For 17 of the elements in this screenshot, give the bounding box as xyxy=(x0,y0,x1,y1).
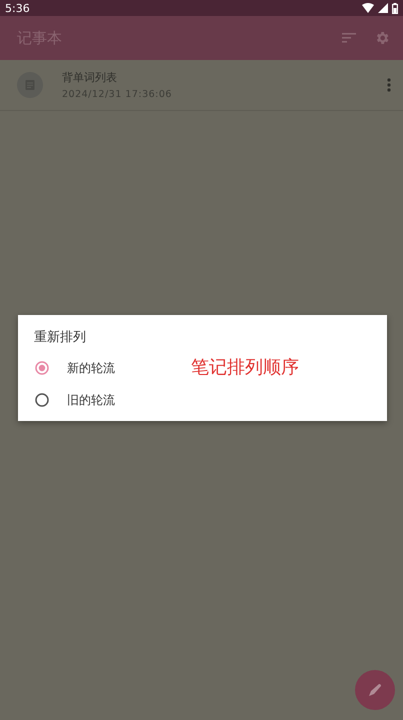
wifi-icon xyxy=(362,3,374,13)
more-icon[interactable] xyxy=(387,78,391,92)
pen-icon xyxy=(368,683,382,697)
radio-selected-icon[interactable] xyxy=(35,361,49,375)
radio-icon[interactable] xyxy=(35,393,49,407)
annotation-text: 笔记排列顺序 xyxy=(191,356,299,379)
dialog-title: 重新排列 xyxy=(34,329,87,346)
compose-button[interactable] xyxy=(355,670,395,710)
note-icon xyxy=(17,72,43,98)
radio-option[interactable]: 旧的轮流 xyxy=(34,391,175,409)
signal-icon xyxy=(378,3,388,13)
battery-icon xyxy=(392,2,398,14)
radio-option[interactable]: 新的轮流 xyxy=(34,359,175,377)
note-title: 背单词列表 xyxy=(62,70,118,85)
settings-icon[interactable] xyxy=(374,30,390,46)
sort-icon[interactable] xyxy=(342,33,356,43)
status-time: 5:36 xyxy=(5,2,30,14)
